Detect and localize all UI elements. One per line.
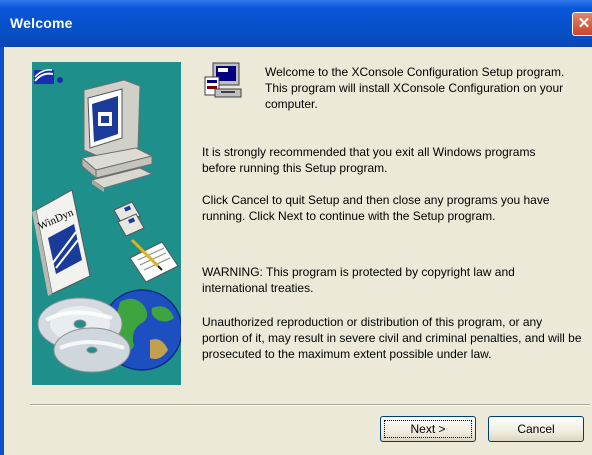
cancel-button[interactable]: Cancel [488,416,584,442]
banner-graphic: WinDyn [32,69,181,373]
title-bar[interactable]: Welcome ✕ [0,0,592,47]
next-button-label: Next > [410,422,446,436]
window-title: Welcome [10,15,73,31]
welcome-message: Welcome to the XConsole Configuration Se… [265,65,565,111]
diskette-icon [113,201,145,237]
windyn-book-icon: WinDyn [32,189,91,296]
company-logo-icon [34,69,63,84]
setup-dialog: Welcome ✕ WinDyn Welcome to the XConsole… [0,0,592,455]
close-icon: ✕ [577,15,591,32]
cancel-next-instructions: Click Cancel to quit Setup and then clos… [202,193,550,223]
document-pen-icon [129,238,179,283]
close-button[interactable]: ✕ [572,12,592,36]
button-divider [30,404,590,406]
recommendation-message: It is strongly recommended that you exit… [202,145,536,175]
copyright-warning: WARNING: This program is protected by co… [202,265,515,295]
setup-computer-icon [204,62,242,98]
cancel-button-label: Cancel [517,422,555,436]
computer-icon [80,79,154,192]
setup-banner-image: WinDyn [32,62,181,385]
unauthorized-notice: Unauthorized reproduction or distributio… [202,315,582,361]
next-button[interactable]: Next > [380,416,476,442]
